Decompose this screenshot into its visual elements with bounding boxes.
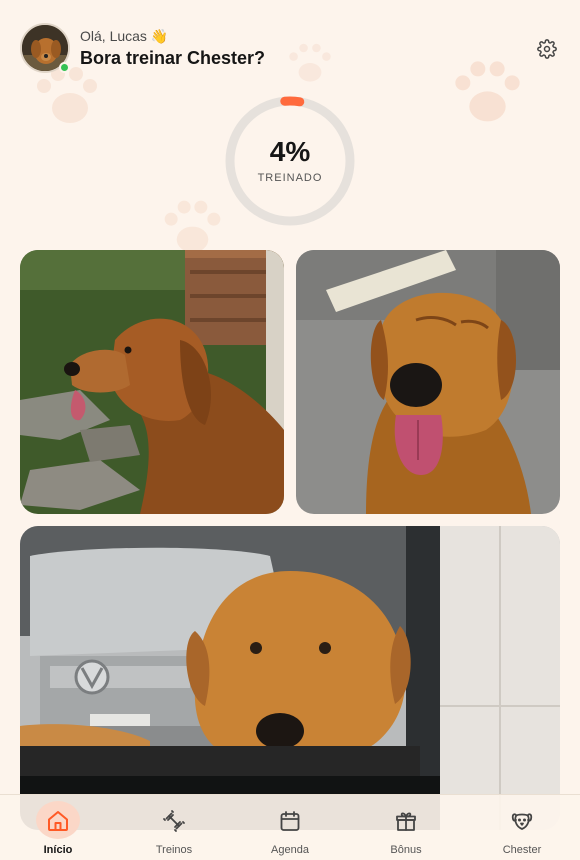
gear-icon [537, 39, 557, 59]
tab-bonus[interactable]: Bônus [348, 795, 464, 860]
training-progress-ring: 4% TREINADO [223, 94, 357, 228]
tab-label: Chester [502, 844, 542, 856]
dog-photo-smiling[interactable] [296, 250, 560, 514]
home-icon [48, 811, 68, 831]
dumbbell-icon [163, 810, 185, 832]
tab-label: Agenda [271, 844, 309, 856]
calendar-icon [280, 811, 300, 831]
dog-photo-garden[interactable] [20, 250, 284, 514]
online-status-dot [59, 62, 70, 73]
tab-inicio[interactable]: Início [0, 795, 116, 860]
page-title: Bora treinar Chester? [80, 48, 266, 68]
progress-caption: TREINADO [257, 172, 323, 184]
tab-treinos[interactable]: Treinos [116, 795, 232, 860]
tab-chester[interactable]: Chester [464, 795, 580, 860]
tab-agenda[interactable]: Agenda [232, 795, 348, 860]
dog-face-icon [511, 813, 533, 830]
settings-button[interactable] [534, 36, 560, 62]
gift-icon [396, 812, 416, 831]
greeting: Olá, Lucas 👋 [80, 28, 169, 44]
tab-label: Bônus [390, 844, 422, 856]
bottom-tab-bar: Início Treinos Agenda Bônus Chester [0, 794, 580, 860]
header: Olá, Lucas 👋 Bora treinar Chester? [20, 22, 560, 76]
progress-percent: 4% [269, 136, 311, 167]
dog-photo-window[interactable] [20, 526, 560, 830]
tab-label: Início [43, 844, 73, 856]
tab-label: Treinos [155, 844, 193, 856]
